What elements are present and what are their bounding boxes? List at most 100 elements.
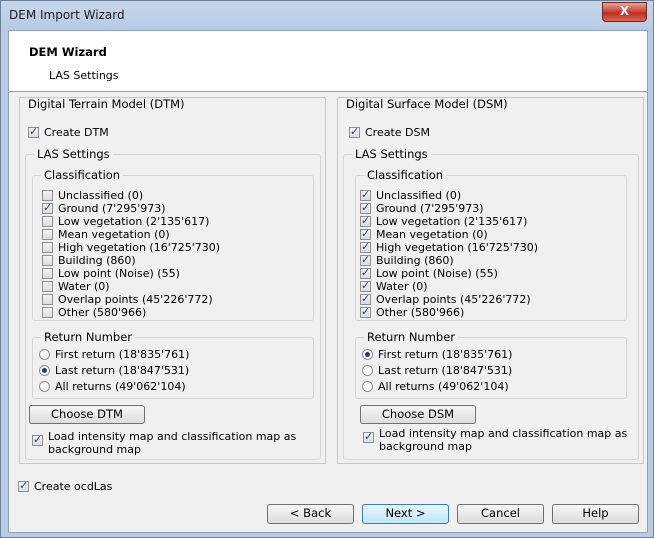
cancel-button[interactable]: Cancel: [457, 504, 544, 524]
checkbox-box[interactable]: [42, 255, 53, 266]
checkbox-box[interactable]: [363, 430, 374, 443]
choose-dtm-button[interactable]: Choose DTM: [29, 405, 145, 424]
checkbox-box[interactable]: [42, 281, 53, 292]
dsm-classification-group: Classification Unclassified (0)Ground (7…: [355, 168, 627, 321]
dtm-panel: Digital Terrain Model (DTM) Create DTM L…: [19, 97, 326, 464]
dsm-class-label: Water (0): [376, 280, 428, 293]
checkbox-box[interactable]: [360, 266, 371, 279]
dsm-return-radio[interactable]: All returns (49'062'104): [362, 380, 509, 393]
checkbox-box[interactable]: [360, 227, 371, 240]
dtm-return-label: All returns (49'062'104): [55, 380, 186, 393]
wizard-client-area: DEM Wizard LAS Settings Digital Terrain …: [8, 30, 648, 533]
checkbox-box[interactable]: [42, 216, 53, 227]
checkbox-box[interactable]: [360, 201, 371, 214]
dsm-load-map-checkbox[interactable]: Load intensity map and classification ma…: [363, 427, 627, 453]
dtm-class-label: Other (580'966): [58, 306, 147, 319]
dtm-class-label: Building (860): [58, 254, 136, 267]
dsm-class-checkbox[interactable]: Overlap points (45'226'772): [360, 292, 531, 306]
dsm-return-radio[interactable]: Last return (18'847'531): [362, 364, 512, 377]
radio-circle[interactable]: [362, 381, 373, 392]
checkbox-box[interactable]: [42, 190, 53, 201]
dsm-load-map-label: Load intensity map and classification ma…: [379, 427, 627, 453]
dtm-class-checkbox[interactable]: High vegetation (16'725'730): [42, 241, 220, 254]
dtm-class-checkbox[interactable]: Other (580'966): [42, 306, 146, 319]
checkbox-box[interactable]: [360, 279, 371, 292]
dtm-class-checkbox[interactable]: Low point (Noise) (55): [42, 267, 180, 280]
checkbox-box[interactable]: [360, 214, 371, 227]
dtm-return-label: Last return (18'847'531): [55, 364, 190, 377]
dsm-class-checkbox[interactable]: Building (860): [360, 253, 454, 267]
checkbox-box[interactable]: [360, 188, 371, 201]
dsm-load-map-label-line2: background map: [379, 440, 472, 453]
checkbox-box[interactable]: [18, 479, 29, 492]
dtm-return-radio[interactable]: First return (18'835'761): [39, 348, 189, 361]
close-button[interactable]: X: [602, 2, 647, 22]
dsm-load-map-label-line1: Load intensity map and classification ma…: [379, 427, 628, 440]
dtm-return-radio[interactable]: Last return (18'847'531): [39, 364, 189, 377]
dsm-panel: Digital Surface Model (DSM) Create DSM L…: [337, 97, 644, 464]
checkbox-box[interactable]: [28, 125, 39, 138]
dtm-class-label: Mean vegetation (0): [58, 228, 170, 241]
dtm-las-settings-group: LAS Settings Classification Unclassified…: [25, 147, 321, 460]
dsm-class-checkbox[interactable]: Low point (Noise) (55): [360, 266, 498, 280]
dtm-class-checkbox[interactable]: Building (860): [42, 254, 136, 267]
dtm-return-radio[interactable]: All returns (49'062'104): [39, 380, 186, 393]
checkbox-box[interactable]: [42, 201, 53, 214]
dtm-class-checkbox[interactable]: Water (0): [42, 280, 110, 293]
checkbox-box[interactable]: [42, 307, 53, 318]
help-button[interactable]: Help: [552, 504, 639, 524]
next-button[interactable]: Next >: [362, 504, 449, 524]
radio-circle[interactable]: [362, 349, 373, 360]
dsm-return-label: Last return (18'847'531): [378, 364, 513, 377]
checkbox-box[interactable]: [42, 229, 53, 240]
dsm-class-checkbox[interactable]: High vegetation (16'725'730): [360, 240, 539, 254]
dtm-class-checkbox[interactable]: Low vegetation (2'135'617): [42, 215, 209, 228]
checkbox-box[interactable]: [32, 433, 43, 446]
back-button[interactable]: < Back: [267, 504, 354, 524]
dtm-class-label: Unclassified (0): [58, 189, 144, 202]
checkbox-box[interactable]: [360, 292, 371, 305]
dsm-class-checkbox[interactable]: Unclassified (0): [360, 188, 461, 202]
create-ocdlas-checkbox[interactable]: Create ocdLas: [18, 479, 112, 493]
dem-import-wizard-window: DEM Import Wizard X DEM Wizard LAS Setti…: [0, 0, 654, 538]
radio-circle[interactable]: [39, 381, 50, 392]
dtm-load-map-checkbox[interactable]: Load intensity map and classification ma…: [32, 430, 296, 456]
dsm-class-checkbox[interactable]: Other (580'966): [360, 305, 465, 319]
dsm-classification-legend: Classification: [364, 168, 447, 182]
dtm-class-checkbox[interactable]: Ground (7'295'973): [42, 201, 166, 215]
dsm-return-radio[interactable]: First return (18'835'761): [362, 348, 512, 361]
radio-circle[interactable]: [39, 349, 50, 360]
dtm-class-label: Ground (7'295'973): [58, 202, 166, 215]
checkbox-box[interactable]: [42, 242, 53, 253]
title-bar[interactable]: DEM Import Wizard X: [1, 1, 653, 31]
dtm-class-checkbox[interactable]: Overlap points (45'226'772): [42, 293, 213, 306]
checkbox-box[interactable]: [360, 305, 371, 318]
checkbox-box[interactable]: [349, 125, 360, 138]
dtm-class-checkbox[interactable]: Mean vegetation (0): [42, 228, 170, 241]
choose-dsm-button[interactable]: Choose DSM: [360, 405, 476, 424]
dtm-load-map-label: Load intensity map and classification ma…: [48, 430, 296, 456]
checkbox-box[interactable]: [42, 294, 53, 305]
dsm-class-label: High vegetation (16'725'730): [376, 241, 539, 254]
dsm-las-settings-group: LAS Settings Classification Unclassified…: [343, 147, 639, 460]
window-title: DEM Import Wizard: [9, 8, 125, 22]
dsm-class-checkbox[interactable]: Mean vegetation (0): [360, 227, 488, 241]
dsm-class-checkbox[interactable]: Low vegetation (2'135'617): [360, 214, 528, 228]
dsm-return-label: First return (18'835'761): [378, 348, 513, 361]
radio-circle[interactable]: [39, 365, 50, 376]
create-dtm-checkbox[interactable]: Create DTM: [28, 125, 109, 139]
dsm-class-label: Low point (Noise) (55): [376, 267, 498, 280]
dtm-class-label: Water (0): [58, 280, 110, 293]
dsm-class-label: Low vegetation (2'135'617): [376, 215, 528, 228]
dsm-panel-title: Digital Surface Model (DSM): [346, 97, 508, 111]
create-dsm-checkbox[interactable]: Create DSM: [349, 125, 430, 139]
dsm-class-label: Other (580'966): [376, 306, 465, 319]
checkbox-box[interactable]: [42, 268, 53, 279]
dtm-class-checkbox[interactable]: Unclassified (0): [42, 189, 143, 202]
checkbox-box[interactable]: [360, 253, 371, 266]
dsm-class-label: Building (860): [376, 254, 454, 267]
wizard-title: DEM Wizard: [29, 45, 107, 59]
checkbox-box[interactable]: [360, 240, 371, 253]
radio-circle[interactable]: [362, 365, 373, 376]
dsm-class-checkbox[interactable]: Ground (7'295'973): [360, 201, 484, 215]
